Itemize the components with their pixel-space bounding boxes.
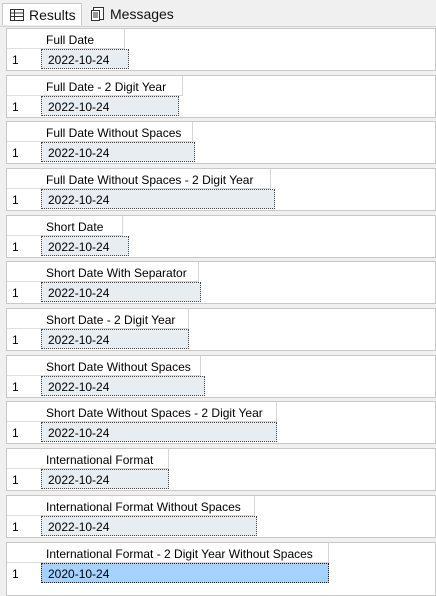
column-header[interactable]: Full Date Without Spaces [41, 122, 193, 142]
column-header[interactable]: Short Date Without Spaces - 2 Digit Year [41, 402, 277, 422]
row-number[interactable]: 1 [12, 100, 19, 114]
column-header[interactable]: International Format - 2 Digit Year With… [41, 543, 329, 563]
column-header[interactable]: Full Date - 2 Digit Year [41, 76, 183, 96]
column-header[interactable]: Full Date [41, 29, 125, 49]
result-cell[interactable]: 2022-10-24 [41, 49, 129, 69]
result-cell[interactable]: 2022-10-24 [41, 469, 169, 489]
result-cell[interactable]: 2022-10-24 [41, 329, 189, 349]
results-tab-bar: Results Messages [0, 0, 436, 27]
result-grid: Full Date - 2 Digit Year 1 2022-10-24 [6, 75, 436, 118]
tab-messages-label: Messages [110, 6, 174, 22]
result-grid: Full Date Without Spaces 1 2022-10-24 [6, 121, 436, 164]
row-divider [7, 188, 41, 189]
result-cell[interactable]: 2022-10-24 [41, 236, 129, 256]
result-cell[interactable]: 2022-10-24 [41, 376, 205, 396]
row-number[interactable]: 1 [12, 520, 19, 534]
result-grid: Short Date Without Spaces - 2 Digit Year… [6, 401, 436, 444]
result-grid: International Format 1 2022-10-24 [6, 448, 436, 491]
row-divider [7, 48, 41, 49]
row-divider [7, 421, 41, 422]
result-grid: Full Date Without Spaces - 2 Digit Year 1… [6, 168, 436, 211]
row-divider [7, 468, 41, 469]
result-cell[interactable]: 2022-10-24 [41, 96, 179, 116]
row-number[interactable]: 1 [12, 240, 19, 254]
tab-results[interactable]: Results [2, 3, 82, 25]
row-divider [7, 375, 41, 376]
result-grid: International Format Without Spaces 1 2022… [6, 495, 436, 538]
column-header[interactable]: Full Date Without Spaces - 2 Digit Year [41, 169, 271, 189]
row-divider [7, 562, 41, 563]
row-divider [7, 281, 41, 282]
row-number[interactable]: 1 [12, 53, 19, 67]
row-divider [7, 95, 41, 96]
column-header[interactable]: International Format [41, 449, 169, 469]
result-cell[interactable]: 2020-10-24 [41, 563, 329, 583]
row-number[interactable]: 1 [12, 193, 19, 207]
row-divider [7, 141, 41, 142]
result-cell[interactable]: 2022-10-24 [41, 189, 275, 209]
tab-messages[interactable]: Messages [84, 3, 176, 25]
row-number[interactable]: 1 [12, 380, 19, 394]
column-header[interactable]: Short Date - 2 Digit Year [41, 309, 189, 329]
result-grid: Short Date With Separator 1 2022-10-24 [6, 261, 436, 304]
row-number[interactable]: 1 [12, 567, 19, 581]
row-number[interactable]: 1 [12, 473, 19, 487]
result-grid: Short Date Without Spaces 1 2022-10-24 [6, 355, 436, 398]
row-divider [7, 515, 41, 516]
column-header[interactable]: International Format Without Spaces [41, 496, 255, 516]
row-number[interactable]: 1 [12, 333, 19, 347]
column-header[interactable]: Short Date Without Spaces [41, 356, 201, 376]
result-grid: Short Date - 2 Digit Year 1 2022-10-24 [6, 308, 436, 351]
tab-results-label: Results [29, 6, 76, 23]
result-cell[interactable]: 2022-10-24 [41, 282, 201, 302]
row-number[interactable]: 1 [12, 286, 19, 300]
result-cell[interactable]: 2022-10-24 [41, 142, 195, 162]
column-header[interactable]: Short Date [41, 216, 123, 236]
grid-icon [9, 7, 25, 23]
result-cell[interactable]: 2022-10-24 [41, 422, 277, 442]
result-grid: International Format - 2 Digit Year With… [6, 542, 436, 596]
row-number[interactable]: 1 [12, 426, 19, 440]
result-cell[interactable]: 2022-10-24 [41, 516, 257, 536]
result-grid: Short Date 1 2022-10-24 [6, 215, 436, 258]
row-number[interactable]: 1 [12, 146, 19, 160]
column-header[interactable]: Short Date With Separator [41, 262, 199, 282]
row-divider [7, 328, 41, 329]
messages-icon [90, 6, 106, 22]
row-divider [7, 235, 41, 236]
result-grid: Full Date 1 2022-10-24 [6, 28, 436, 71]
